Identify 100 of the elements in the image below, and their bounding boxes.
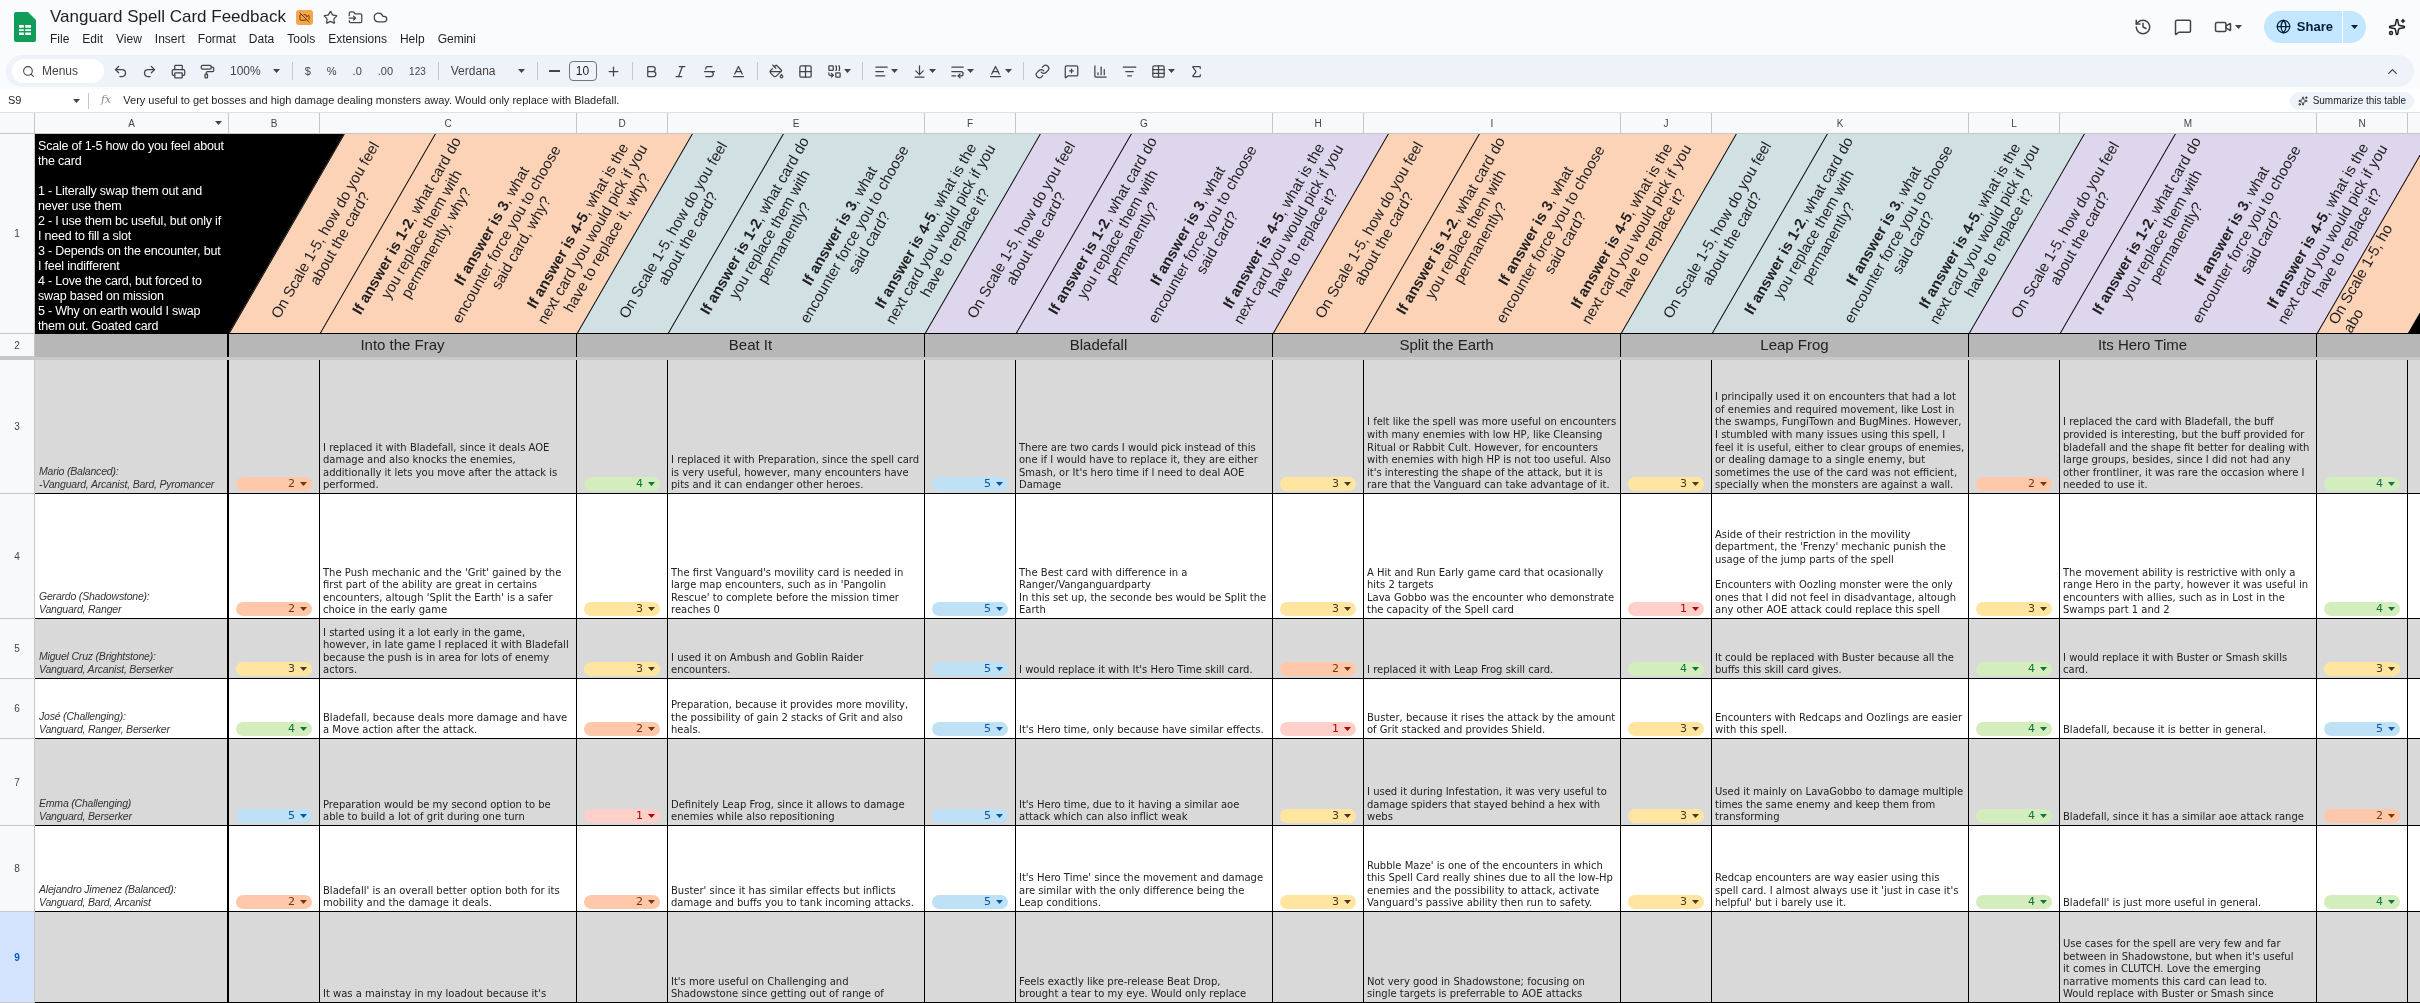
rating-dropdown[interactable]: 2: [584, 895, 660, 909]
menu-item[interactable]: Tools: [287, 31, 316, 47]
rating-dropdown[interactable]: 2: [1976, 477, 2052, 491]
rating-dropdown[interactable]: 3: [236, 662, 312, 676]
rating-dropdown[interactable]: 4: [1976, 722, 2052, 736]
caret-icon: [300, 482, 307, 486]
rating-dropdown[interactable]: 3: [1628, 722, 1704, 736]
rating-dropdown[interactable]: 3: [1628, 477, 1704, 491]
badge-icon[interactable]: [295, 9, 313, 25]
menu-item[interactable]: View: [116, 31, 142, 47]
rating-dropdown[interactable]: 3: [1280, 895, 1356, 909]
zoom-dropdown[interactable]: 100%: [224, 58, 286, 84]
rating-dropdown[interactable]: 5: [932, 722, 1008, 736]
row-header[interactable]: 4: [0, 494, 35, 619]
rating-dropdown[interactable]: 5: [932, 602, 1008, 616]
align-left-icon: [873, 63, 889, 79]
document-title[interactable]: Vanguard Spell Card Feedback: [50, 6, 286, 28]
row-header[interactable]: 9: [0, 912, 35, 1003]
menu-item[interactable]: Help: [399, 31, 425, 47]
rating-dropdown[interactable]: 3: [584, 662, 660, 676]
comment-cell: It's Hero time, only because have similar effects.: [1016, 679, 1273, 739]
folder-icon[interactable]: [347, 9, 363, 25]
rating-dropdown[interactable]: 4: [2324, 477, 2400, 491]
rating-dropdown[interactable]: 5: [2324, 722, 2400, 736]
rating-dropdown[interactable]: 5: [932, 662, 1008, 676]
percent-button[interactable]: %: [320, 58, 343, 84]
rating-dropdown[interactable]: 3: [1628, 895, 1704, 909]
comment-cell: I replaced it with Bladefall, since it deals AOE damage and also knocks the enemies, additionally it lets you move after the attack is performed.: [320, 360, 577, 494]
rating-dropdown[interactable]: 2: [236, 895, 312, 909]
menu-item[interactable]: Data: [248, 31, 275, 47]
rating-dropdown[interactable]: 2: [236, 477, 312, 491]
comment-cell: I used it during Infestation, it was very useful to damage spiders that stayed behind a hex with webs: [1364, 739, 1621, 826]
summarize-button[interactable]: Summarize this table: [2289, 91, 2414, 110]
comment-cell: Preparation, because it provides more movility, the possibility of gain 2 stacks of Grit and also heals.: [668, 679, 925, 739]
comment-cell: Bladefall' is an overall better option both for its mobility and the damage it deals.: [320, 826, 577, 912]
rating-dropdown[interactable]: 4: [1976, 809, 2052, 823]
currency-button[interactable]: $: [298, 58, 317, 84]
menu-item[interactable]: Format: [197, 31, 236, 47]
font-dropdown[interactable]: Verdana: [444, 58, 531, 84]
row-header[interactable]: 5: [0, 619, 35, 679]
history-icon[interactable]: [2133, 17, 2152, 36]
rating-dropdown[interactable]: 3: [584, 602, 660, 616]
menu-search-field[interactable]: Menus: [12, 59, 104, 83]
row-header[interactable]: 2: [0, 334, 35, 357]
star-icon[interactable]: [322, 9, 338, 25]
menu-item[interactable]: File: [50, 31, 70, 47]
rating-dropdown[interactable]: 4: [1628, 662, 1704, 676]
rating-dropdown[interactable]: 5: [932, 477, 1008, 491]
formula-text[interactable]: Very useful to get bosses and high damage dealing monsters away. Would only replace with Bladefall.: [123, 92, 620, 109]
rating-dropdown[interactable]: 4: [236, 722, 312, 736]
rating-dropdown[interactable]: 4: [1976, 662, 2052, 676]
comment-cell: I would replace it with Buster or Smash skills card.: [2060, 619, 2317, 679]
comment-cell: Definitely Leap Frog, since it allows to damage enemies while also repositioning: [668, 739, 925, 826]
caret-icon: [966, 69, 974, 73]
rating-dropdown[interactable]: 4: [584, 477, 660, 491]
paint-roller-icon: [200, 63, 215, 79]
rating-dropdown[interactable]: 3: [2324, 662, 2400, 676]
caret-icon: [1344, 900, 1351, 904]
number-format-button[interactable]: 123: [403, 58, 432, 84]
rating-dropdown[interactable]: 5: [236, 809, 312, 823]
comment-icon[interactable]: [2173, 17, 2192, 36]
menu-item[interactable]: Extensions: [328, 31, 387, 47]
cloud-icon[interactable]: [372, 9, 388, 25]
increase-decimal-button[interactable]: .00: [371, 58, 400, 84]
rating-dropdown[interactable]: 3: [1976, 602, 2052, 616]
rating-dropdown[interactable]: 5: [932, 809, 1008, 823]
caret-icon: [1344, 727, 1351, 731]
rating-dropdown[interactable]: 1: [1280, 722, 1356, 736]
comment-cell: A Hit and Run Early game card that ocasionally hits 2 targets Lava Gobbo was the encounter who demonstrate the capacity of the Spell card: [1364, 494, 1621, 619]
rating-dropdown[interactable]: 1: [584, 809, 660, 823]
rating-dropdown[interactable]: 3: [1280, 602, 1356, 616]
menu-item[interactable]: Insert: [154, 31, 185, 47]
rating-dropdown[interactable]: 4: [2324, 602, 2400, 616]
menu-item[interactable]: Edit: [82, 31, 104, 47]
rating-dropdown[interactable]: 4: [2324, 895, 2400, 909]
rating-dropdown[interactable]: 3: [1280, 809, 1356, 823]
rating-dropdown[interactable]: 2: [236, 602, 312, 616]
rating-dropdown[interactable]: 2: [584, 722, 660, 736]
gemini-icon[interactable]: [2388, 17, 2406, 36]
rating-dropdown[interactable]: 2: [2324, 809, 2400, 823]
menu-item[interactable]: Gemini: [437, 31, 476, 47]
rating-dropdown[interactable]: 4: [1976, 895, 2052, 909]
row-header[interactable]: 6: [0, 679, 35, 739]
caret-icon: [300, 727, 307, 731]
name-box[interactable]: S9: [0, 92, 88, 109]
rating-dropdown[interactable]: 2: [1280, 662, 1356, 676]
rating-dropdown[interactable]: 5: [932, 895, 1008, 909]
font-size-field[interactable]: 10: [568, 61, 597, 81]
decrease-decimal-button[interactable]: .0: [346, 58, 368, 84]
row-header[interactable]: 8: [0, 826, 35, 912]
row-header[interactable]: 7: [0, 739, 35, 826]
row-header[interactable]: 3: [0, 360, 35, 494]
rating-dropdown[interactable]: 3: [1280, 477, 1356, 491]
row-header[interactable]: 1: [0, 134, 35, 334]
caret-icon: [996, 482, 1003, 486]
sheets-logo-icon[interactable]: [14, 11, 36, 42]
rating-dropdown[interactable]: 1: [1628, 602, 1704, 616]
share-button[interactable]: Share: [2263, 10, 2342, 43]
rating-dropdown[interactable]: 3: [1628, 809, 1704, 823]
caret-icon: [1692, 900, 1699, 904]
